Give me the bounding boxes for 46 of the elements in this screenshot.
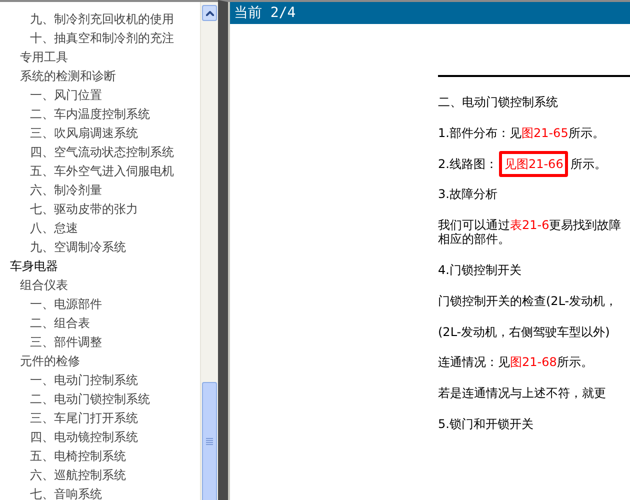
grip-icon [206,438,213,445]
tree-item[interactable]: 七、驱动皮带的张力 [0,200,200,219]
paragraph: 4.门锁控制开关 [438,262,522,277]
paragraph: 5.锁门和开锁开关 [438,416,534,431]
tree-item[interactable]: 系统的检测和诊断 [0,67,200,86]
tree-item[interactable]: 三、吹风扇调速系统 [0,124,200,143]
caret-up-icon [206,10,214,16]
tree-item[interactable]: 七、音响系统 [0,485,200,500]
tree-item[interactable]: 二、车内温度控制系统 [0,105,200,124]
scroll-up-button[interactable] [202,5,217,21]
figure-link[interactable]: 表21-6 [510,218,550,232]
tree-item[interactable]: 二、电动门锁控制系统 [0,390,200,409]
highlighted-link[interactable]: 见图21-66 [499,150,568,177]
tree-item[interactable]: 二、组合表 [0,314,200,333]
tree-item[interactable]: 专用工具 [0,48,200,67]
tree-category[interactable]: 车身电器 [0,257,200,276]
tree-item[interactable]: 四、空气流动状态控制系统 [0,143,200,162]
tree-item[interactable]: 元件的检修 [0,352,200,371]
tree-item[interactable]: 一、电动门控制系统 [0,371,200,390]
paragraph: 二、电动门锁控制系统 [438,95,559,109]
paragraph: 我们可以通过表21-6更易找到故障 相应的部件。 [438,218,622,246]
tree-item[interactable]: 三、车尾门打开系统 [0,409,200,428]
figure-link[interactable]: 图21-68 [510,355,557,370]
page-indicator: 当前 2/4 [228,2,630,24]
figure-link[interactable]: 图21-65 [521,126,568,140]
paragraph: 门锁控制开关的检查(2L-发动机， [438,294,618,308]
tree-item[interactable]: 八、怠速 [0,219,200,238]
scrollbar[interactable] [200,2,218,500]
paragraph: 3.故障分析 [438,187,498,202]
paragraph: 连通情况：见图21-68所示。 [438,355,594,370]
tree-item[interactable]: 六、制冷剂量 [0,181,200,200]
scroll-thumb[interactable] [202,382,217,500]
tree-item[interactable]: 五、电椅控制系统 [0,447,200,466]
tree-item[interactable]: 三、部件调整 [0,333,200,352]
tree-item[interactable]: 一、电源部件 [0,295,200,314]
tree-item[interactable]: 六、巡航控制系统 [0,466,200,485]
paragraph: 若是连通情况与上述不符，就更 [438,386,607,400]
tree-item[interactable]: 九、制冷剂充回收机的使用 [0,10,200,29]
tree-item[interactable]: 十、抽真空和制冷剂的充注 [0,29,200,48]
tree-item[interactable]: 一、风门位置 [0,86,200,105]
tree-item[interactable]: 组合仪表 [0,276,200,295]
tree-item[interactable]: 四、电动镜控制系统 [0,428,200,447]
tree-item[interactable]: 九、空调制冷系统 [0,238,200,257]
paragraph: (2L-发动机，右侧驾驶车型以外) [438,324,611,339]
paragraph: 1.部件分布：见图21-65所示。 [438,126,606,140]
tree-item[interactable]: 五、车外空气进入伺服电机 [0,162,200,181]
